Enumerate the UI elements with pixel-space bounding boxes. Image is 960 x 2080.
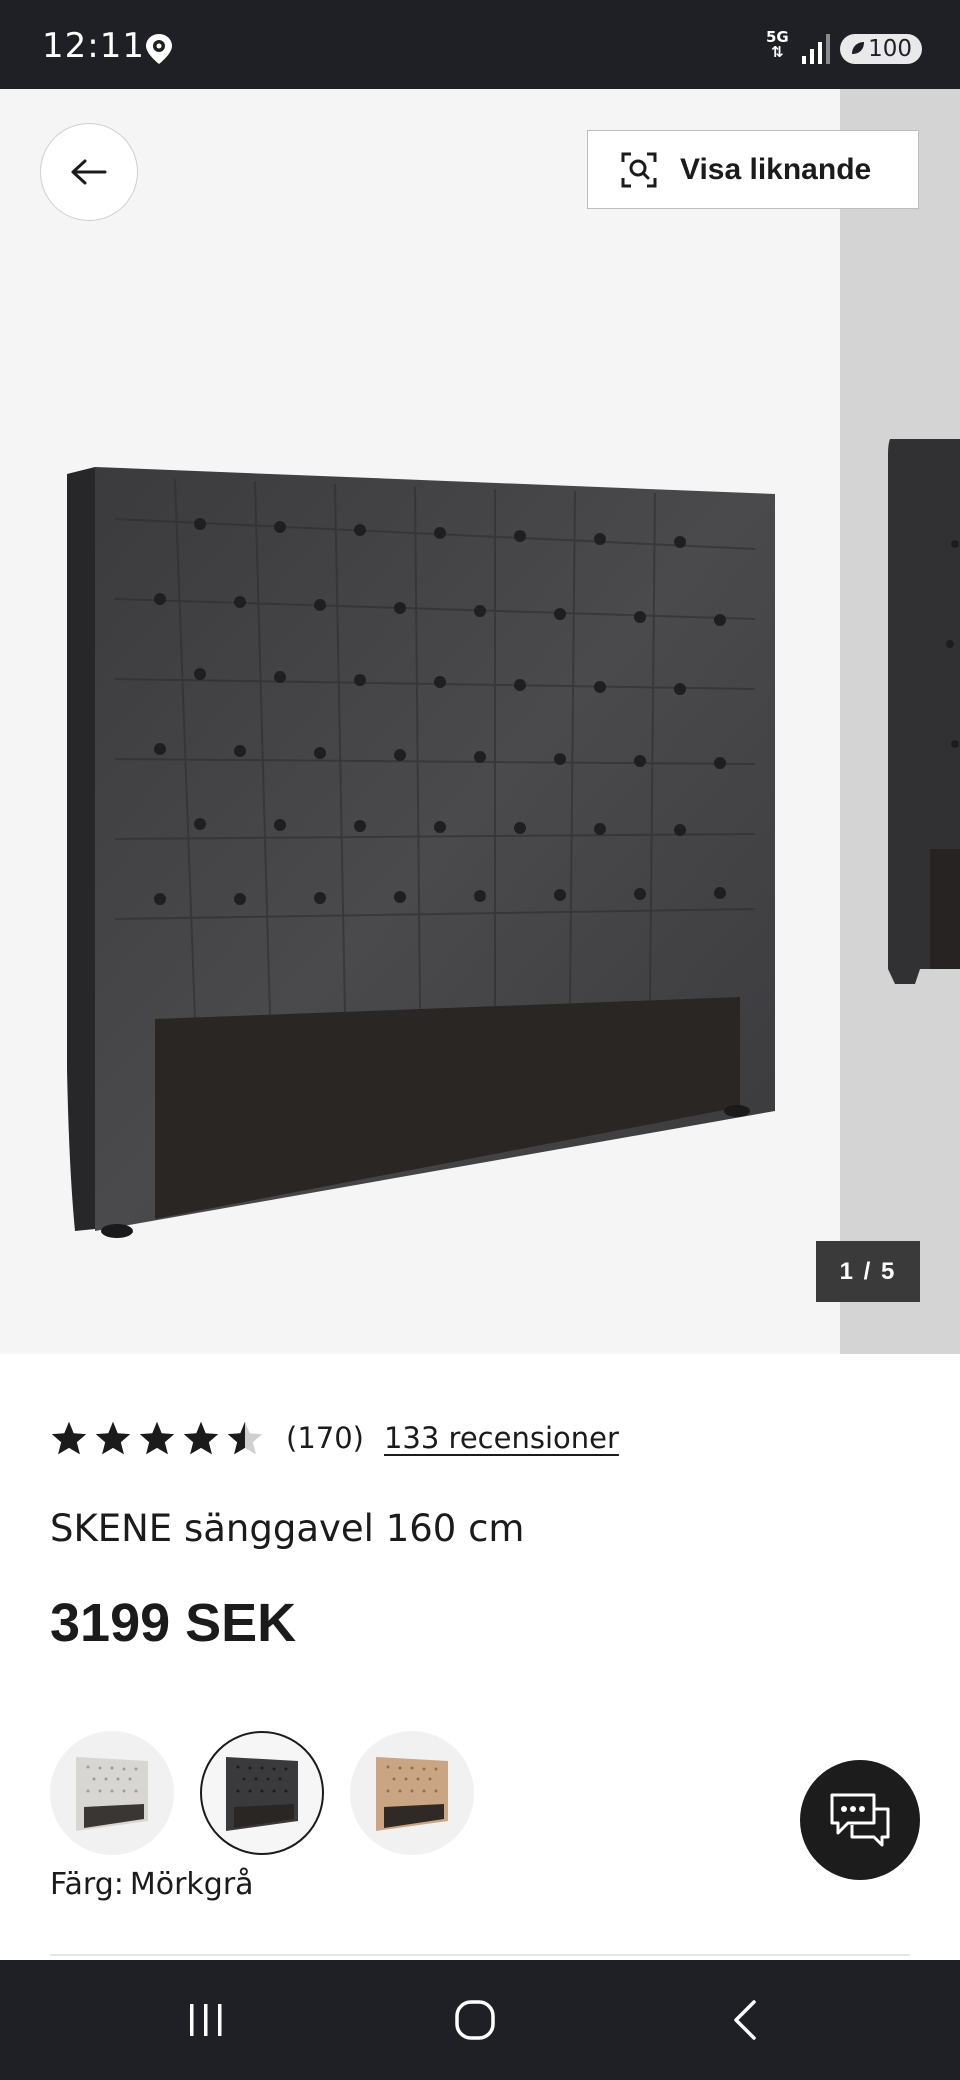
show-similar-button[interactable]: Visa liknande bbox=[587, 130, 919, 209]
rating-row: (170) 133 recensioner bbox=[50, 1413, 619, 1463]
back-icon bbox=[734, 2000, 756, 2040]
product-title: SKENE sänggavel 160 cm bbox=[50, 1507, 525, 1550]
divider bbox=[50, 1954, 910, 1956]
swatch-thumbnail bbox=[226, 1757, 298, 1831]
rating-count: (170) bbox=[286, 1421, 364, 1455]
next-image-thumbnail bbox=[888, 439, 960, 984]
star-icon bbox=[183, 1421, 219, 1455]
home-icon bbox=[455, 2000, 495, 2040]
location-pin-icon bbox=[146, 34, 172, 64]
color-label-prefix: Färg: bbox=[50, 1867, 124, 1902]
reviews-link[interactable]: 133 recensioner bbox=[384, 1421, 619, 1455]
color-swatch-dark-grey[interactable] bbox=[200, 1731, 324, 1855]
chat-button[interactable] bbox=[800, 1760, 920, 1880]
battery-level: 100 bbox=[868, 36, 912, 62]
data-arrows-icon: ⇅ bbox=[771, 43, 784, 61]
status-time: 12:11 bbox=[42, 26, 145, 66]
back-button[interactable] bbox=[40, 123, 138, 221]
battery-icon: 100 bbox=[840, 34, 922, 64]
color-swatch-beige[interactable] bbox=[350, 1731, 474, 1855]
recent-apps-icon bbox=[190, 2004, 222, 2036]
show-similar-label: Visa liknande bbox=[680, 152, 872, 186]
color-value: Mörkgrå bbox=[129, 1867, 254, 1902]
star-rating bbox=[50, 1420, 264, 1456]
product-price: 3199 SEK bbox=[50, 1593, 297, 1653]
color-swatch-light-grey[interactable] bbox=[50, 1731, 174, 1855]
recent-apps-button[interactable] bbox=[136, 1960, 276, 2080]
battery-saver-icon bbox=[852, 42, 864, 54]
star-icon bbox=[95, 1421, 131, 1455]
back-nav-button[interactable] bbox=[675, 1960, 815, 2080]
arrow-left-icon bbox=[71, 159, 107, 185]
status-bar: 12:11 5G ⇅ 100 bbox=[0, 0, 960, 89]
star-icon bbox=[139, 1421, 175, 1455]
system-nav-bar bbox=[0, 1960, 960, 2080]
network-indicator: 5G ⇅ bbox=[766, 30, 789, 60]
star-icon bbox=[51, 1421, 87, 1455]
chat-bubbles-icon bbox=[830, 1793, 890, 1847]
swatch-thumbnail bbox=[376, 1757, 448, 1831]
color-label: Färg: Mörkgrå bbox=[50, 1867, 254, 1902]
home-button[interactable] bbox=[405, 1960, 545, 2080]
product-image-gallery[interactable]: Visa liknande 1 / 5 bbox=[0, 89, 960, 1354]
half-star-icon bbox=[227, 1421, 263, 1455]
signal-icon bbox=[802, 34, 830, 64]
product-image bbox=[67, 467, 775, 1238]
swatch-thumbnail bbox=[76, 1757, 148, 1831]
image-counter: 1 / 5 bbox=[816, 1241, 920, 1302]
next-image-peek[interactable] bbox=[840, 89, 960, 1354]
visual-search-icon bbox=[621, 152, 657, 187]
